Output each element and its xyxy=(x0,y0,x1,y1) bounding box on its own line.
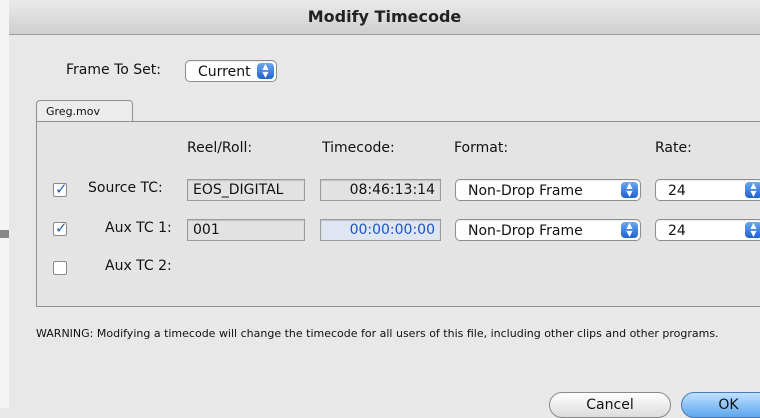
frame-to-set-label: Frame To Set: xyxy=(66,62,161,78)
popup-stepper-icon: ▲ ▼ xyxy=(621,222,638,238)
aux-tc1-timecode-field[interactable]: 00:00:00:00 xyxy=(320,219,441,241)
aux-tc1-checkbox[interactable]: ✓ xyxy=(53,219,68,237)
aux-tc1-rate-value: 24 xyxy=(668,223,686,239)
cancel-button[interactable]: Cancel xyxy=(549,392,671,418)
checkmark-icon: ✓ xyxy=(55,180,68,198)
dialog-title: Modify Timecode xyxy=(9,0,760,35)
source-tc-label: Source TC: xyxy=(88,180,163,196)
popup-stepper-icon: ▲ ▼ xyxy=(745,182,760,198)
aux-tc1-format-value: Non-Drop Frame xyxy=(468,223,583,239)
aux-tc1-rate-popup[interactable]: 24 ▲ ▼ xyxy=(655,219,760,241)
frame-to-set-popup[interactable]: Current ▲ ▼ xyxy=(185,60,277,82)
window-edge-notch xyxy=(0,230,9,238)
popup-stepper-icon: ▲ ▼ xyxy=(621,182,638,198)
dialog-content: Frame To Set: Current ▲ ▼ Greg.mov Reel/R… xyxy=(9,35,760,418)
aux-tc1-format-popup[interactable]: Non-Drop Frame ▲ ▼ xyxy=(455,219,641,241)
aux-tc2-checkbox[interactable] xyxy=(53,261,67,275)
timecode-group-box xyxy=(36,121,760,307)
popup-stepper-icon: ▲ ▼ xyxy=(257,63,274,79)
ok-button[interactable]: OK xyxy=(681,392,760,418)
tab-greg-mov[interactable]: Greg.mov xyxy=(36,100,133,122)
checkmark-icon: ✓ xyxy=(55,219,68,237)
source-tc-reel-field[interactable]: EOS_DIGITAL xyxy=(187,179,305,201)
source-tc-timecode-field[interactable]: 08:46:13:14 xyxy=(320,179,441,201)
source-tc-format-value: Non-Drop Frame xyxy=(468,183,583,199)
source-tc-rate-popup[interactable]: 24 ▲ ▼ xyxy=(655,179,760,201)
popup-stepper-icon: ▲ ▼ xyxy=(745,222,760,238)
frame-to-set-value: Current xyxy=(198,64,251,80)
format-header: Format: xyxy=(454,140,509,156)
aux-tc2-label: Aux TC 2: xyxy=(105,258,172,274)
source-tc-checkbox[interactable]: ✓ xyxy=(53,180,68,198)
warning-text: WARNING: Modifying a timecode will chang… xyxy=(36,327,719,340)
tab-label: Greg.mov xyxy=(46,105,101,118)
reel-roll-header: Reel/Roll: xyxy=(187,140,253,156)
source-tc-rate-value: 24 xyxy=(668,183,686,199)
aux-tc1-label: Aux TC 1: xyxy=(105,220,172,236)
timecode-header: Timecode: xyxy=(322,140,395,156)
source-tc-format-popup[interactable]: Non-Drop Frame ▲ ▼ xyxy=(455,179,641,201)
aux-tc1-reel-field[interactable]: 001 xyxy=(187,219,305,241)
rate-header: Rate: xyxy=(655,140,692,156)
